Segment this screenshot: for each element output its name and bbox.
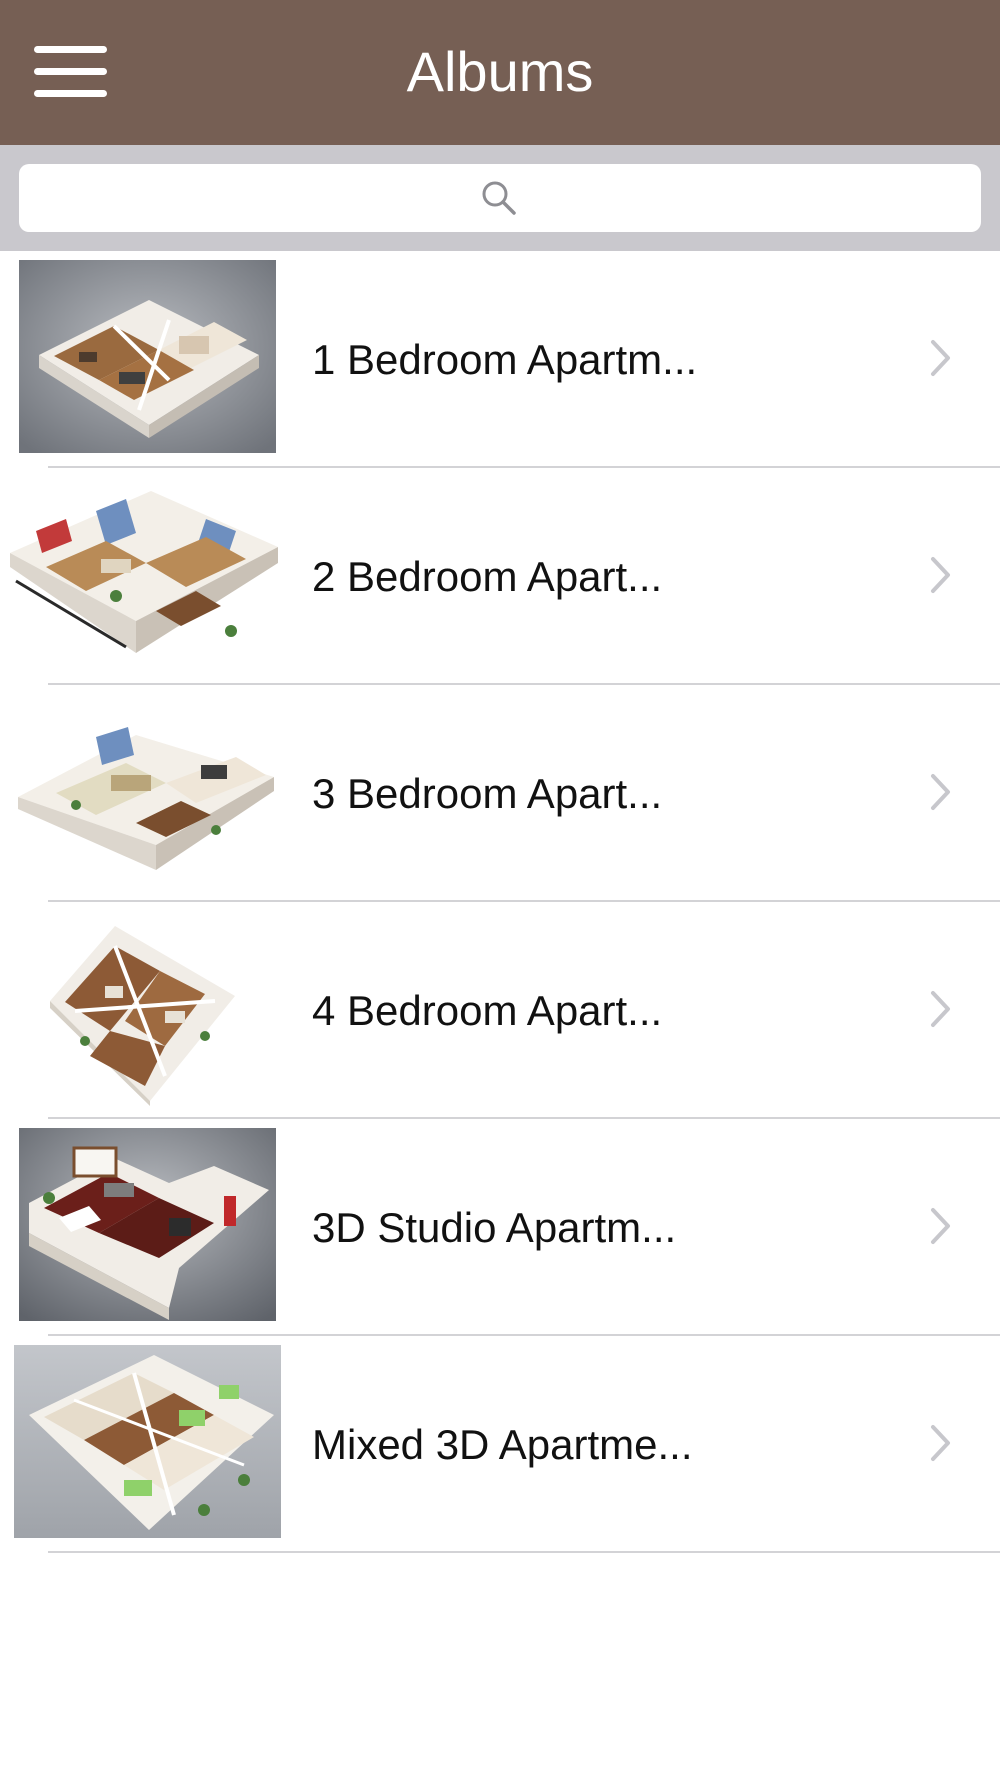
album-title: Mixed 3D Apartme...: [312, 1421, 693, 1468]
list-item[interactable]: 2 Bedroom Apart...: [0, 468, 1000, 685]
chevron-right-icon: [931, 1425, 950, 1461]
chevron-right-icon: [931, 340, 950, 376]
list-item[interactable]: 3D Studio Apartm...: [0, 1119, 1000, 1336]
album-thumbnail: [14, 1345, 281, 1538]
search-input[interactable]: [19, 164, 981, 232]
album-title: 3 Bedroom Apart...: [312, 770, 663, 817]
chevron-right-icon: [931, 1208, 950, 1244]
list-item[interactable]: Mixed 3D Apartme...: [0, 1336, 1000, 1553]
album-thumbnail: [19, 260, 276, 453]
album-title: 3D Studio Apartm...: [312, 1204, 677, 1251]
album-thumbnail: [6, 471, 282, 681]
album-thumbnail: [19, 1128, 276, 1321]
album-title: 1 Bedroom Apartm...: [312, 336, 698, 383]
chevron-right-icon: [931, 557, 950, 593]
album-thumbnail: [16, 705, 276, 885]
album-title: 4 Bedroom Apart...: [312, 987, 663, 1034]
row-divider: [48, 1551, 1000, 1553]
album-thumbnail: [45, 916, 240, 1106]
chevron-right-icon: [931, 774, 950, 810]
search-bar: [0, 145, 1000, 251]
app-screen: Albums 1 Bedroom Apartm... 2 Bedroom Apa…: [0, 0, 1000, 1778]
list-item[interactable]: 1 Bedroom Apartm...: [0, 251, 1000, 468]
album-title: 2 Bedroom Apart...: [312, 553, 663, 600]
chevron-right-icon: [931, 991, 950, 1027]
list-item[interactable]: 3 Bedroom Apart...: [0, 685, 1000, 902]
navigation-bar: Albums: [0, 0, 1000, 145]
album-list: 1 Bedroom Apartm... 2 Bedroom Apart... 3…: [0, 251, 1000, 1553]
list-item[interactable]: 4 Bedroom Apart...: [0, 902, 1000, 1119]
page-title: Albums: [406, 40, 594, 103]
search-icon: [482, 181, 516, 215]
